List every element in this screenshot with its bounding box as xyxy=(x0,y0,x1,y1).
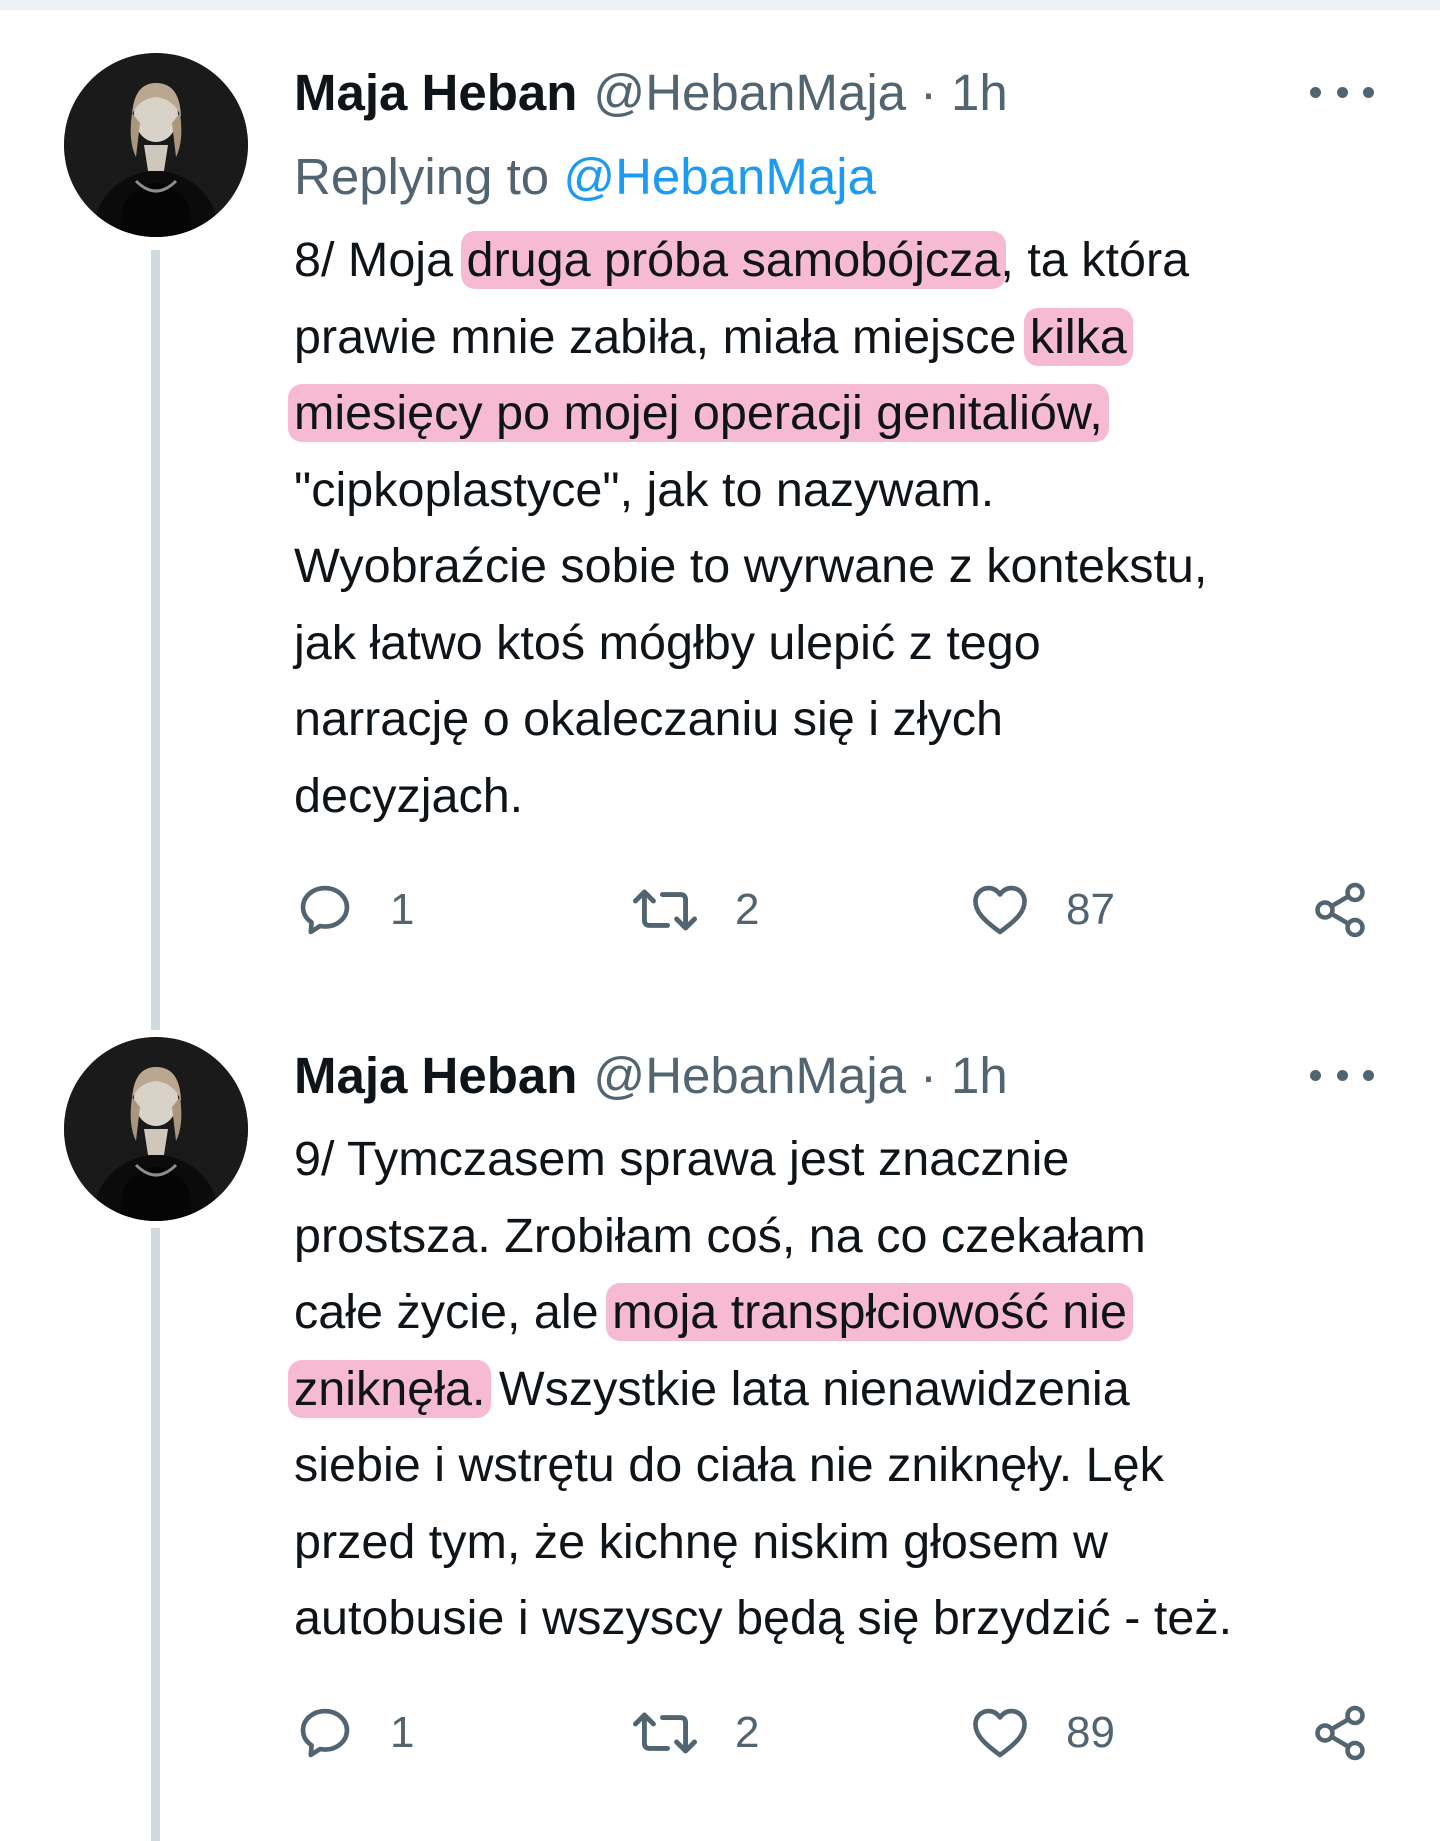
tweet-text-line: 8/ Moja druga próba samobójcza, ta która xyxy=(294,222,1424,299)
user-handle[interactable]: @HebanMaja xyxy=(593,1044,906,1108)
tweet-text: 9/ Tymczasem sprawa jest znacznie prostsz… xyxy=(288,1121,1424,1657)
heart-icon xyxy=(973,885,1027,935)
text-segment: przed tym, że kichnę niskim głosem w xyxy=(294,1514,1108,1569)
retweet-button[interactable]: 2 xyxy=(629,1693,759,1773)
tweet-text-line: przed tym, że kichnę niskim głosem w xyxy=(294,1504,1424,1581)
tweet-actions: 1 2 89 xyxy=(294,1693,1384,1773)
timestamp[interactable]: 1h xyxy=(951,61,1008,125)
tweet-text-line: "cipkoplastyce", jak to nazywam. xyxy=(294,452,1424,529)
share-icon xyxy=(1315,1705,1365,1761)
text-segment: "cipkoplastyce", jak to nazywam. xyxy=(294,462,995,517)
display-name[interactable]: Maja Heban xyxy=(294,61,577,125)
like-count: 89 xyxy=(1066,1708,1115,1757)
user-handle[interactable]: @HebanMaja xyxy=(593,61,906,125)
like-count: 87 xyxy=(1066,885,1115,934)
text-segment: prostsza. Zrobiłam coś, na co czekałam xyxy=(294,1208,1146,1263)
reply-icon xyxy=(300,885,350,935)
text-segment: autobusie i wszyscy będą się brzydzić - … xyxy=(294,1591,1233,1645)
tweet-text-line: całe życie, ale moja transpłciowość nie xyxy=(294,1274,1424,1351)
more-options-icon xyxy=(1310,1069,1321,1081)
text-segment: Wyobraźcie sobie to wyrwane z kontekstu, xyxy=(294,539,1208,593)
tweet-text-line: siebie i wstrętu do ciała nie zniknęły. … xyxy=(294,1427,1424,1504)
text-segment: jak łatwo ktoś mógłby ulepić z tego xyxy=(294,615,1041,670)
like-button[interactable]: 87 xyxy=(968,870,1115,950)
avatar[interactable] xyxy=(64,53,248,237)
share-button[interactable] xyxy=(1310,870,1370,950)
separator-dot: · xyxy=(920,1047,938,1104)
reply-count: 1 xyxy=(390,885,415,934)
separator-dot: · xyxy=(920,64,938,121)
text-segment: 8/ Moja xyxy=(294,233,467,287)
heart-icon xyxy=(973,1708,1027,1758)
text-segment: prawie mnie zabiła, miała miejsce xyxy=(294,309,1030,364)
tweet-actions: 1 2 87 xyxy=(294,870,1384,950)
timestamp[interactable]: 1h xyxy=(951,1044,1008,1108)
share-button[interactable] xyxy=(1310,1693,1370,1773)
retweet-count: 2 xyxy=(735,1708,760,1757)
highlighted-text: zniknęła. xyxy=(288,1359,492,1418)
retweet-icon xyxy=(632,889,698,931)
thread-connector-line xyxy=(151,1228,160,1841)
retweet-button[interactable]: 2 xyxy=(629,870,759,950)
top-divider xyxy=(0,0,1440,10)
tweet-header: Maja Heban @HebanMaja · 1h xyxy=(294,1044,1008,1108)
highlighted-text: druga próba samobójcza xyxy=(460,231,1007,289)
display-name[interactable]: Maja Heban xyxy=(294,1044,577,1108)
highlighted-text: moja transpłciowość nie xyxy=(606,1283,1133,1341)
thread-connector-line xyxy=(151,250,160,1030)
avatar[interactable] xyxy=(64,1037,248,1221)
tweet-text-line: 9/ Tymczasem sprawa jest znacznie xyxy=(294,1121,1424,1198)
tweet-text: 8/ Moja druga próba samobójcza, ta która… xyxy=(288,222,1424,835)
tweet-text-line: miesięcy po mojej operacji genitaliów, xyxy=(288,375,1424,452)
highlighted-text: miesięcy po mojej operacji genitaliów, xyxy=(288,384,1109,442)
text-segment: Wszystkie lata nienawidzenia xyxy=(485,1361,1130,1416)
tweet-text-line: Wyobraźcie sobie to wyrwane z kontekstu, xyxy=(294,528,1424,605)
more-options-icon xyxy=(1310,86,1321,98)
reply-button[interactable]: 1 xyxy=(294,1693,414,1773)
tweet-text-line: narrację o okaleczaniu się i złych xyxy=(294,681,1424,758)
replying-prefix: Replying to xyxy=(294,148,550,205)
profile-photo-icon xyxy=(64,53,248,237)
reply-button[interactable]: 1 xyxy=(294,870,414,950)
text-segment: całe życie, ale xyxy=(294,1285,613,1339)
retweet-icon xyxy=(632,1712,698,1754)
tweet-text-line: zniknęła. Wszystkie lata nienawidzenia xyxy=(288,1351,1424,1428)
profile-photo-icon xyxy=(64,1037,248,1221)
more-options-button[interactable] xyxy=(1310,77,1374,107)
reply-icon xyxy=(300,1708,350,1758)
text-segment: narrację o okaleczaniu się i złych xyxy=(294,692,1003,746)
reply-count: 1 xyxy=(390,1708,415,1757)
replying-to-mention[interactable]: @HebanMaja xyxy=(563,148,876,205)
tweet-text-line: autobusie i wszyscy będą się brzydzić - … xyxy=(294,1580,1424,1657)
text-segment: , ta która xyxy=(1000,233,1190,287)
highlighted-text: kilka xyxy=(1023,307,1133,366)
share-icon xyxy=(1315,882,1365,938)
more-options-button[interactable] xyxy=(1310,1060,1374,1090)
text-segment: 9/ Tymczasem sprawa jest znacznie xyxy=(294,1132,1070,1186)
text-segment: decyzjach. xyxy=(294,768,524,823)
tweet-header: Maja Heban @HebanMaja · 1h xyxy=(294,61,1008,125)
replying-to-label: Replying to @HebanMaja xyxy=(294,145,876,209)
tweet-text-line: jak łatwo ktoś mógłby ulepić z tego xyxy=(294,605,1424,682)
like-button[interactable]: 89 xyxy=(968,1693,1115,1773)
tweet-text-line: prostsza. Zrobiłam coś, na co czekałam xyxy=(294,1198,1424,1275)
tweet-text-line: decyzjach. xyxy=(294,758,1424,835)
text-segment: siebie i wstrętu do ciała nie zniknęły. … xyxy=(294,1438,1164,1492)
retweet-count: 2 xyxy=(735,885,760,934)
tweet-text-line: prawie mnie zabiła, miała miejsce kilka xyxy=(294,299,1424,376)
